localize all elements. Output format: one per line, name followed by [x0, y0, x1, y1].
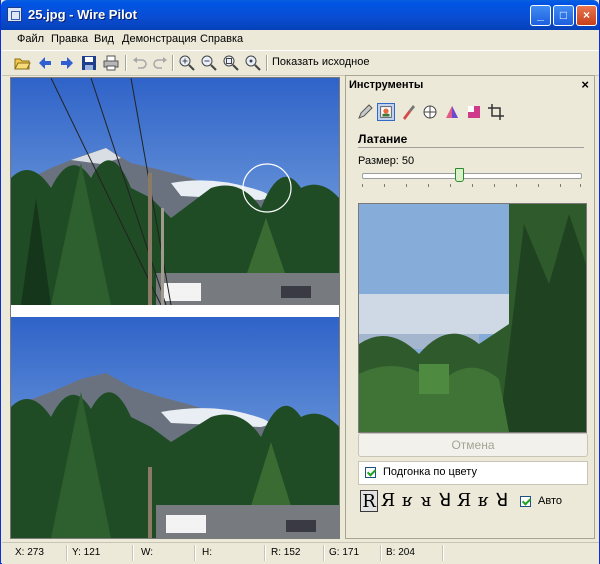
- patch-preview: [358, 203, 587, 433]
- shape-option[interactable]: ꓤ: [493, 490, 511, 512]
- status-separator: [323, 545, 325, 561]
- shape-option[interactable]: R: [360, 490, 378, 512]
- zoom-out-icon[interactable]: [200, 54, 218, 72]
- edited-photo[interactable]: [11, 78, 339, 305]
- auto-checkbox[interactable]: [520, 496, 531, 507]
- status-w: W:: [141, 547, 154, 558]
- save-icon[interactable]: [80, 54, 98, 72]
- tools-panel: Инструменты × Латание Размер: 50 Отмена …: [345, 75, 595, 539]
- undo-icon[interactable]: [131, 54, 149, 72]
- status-x: X: 273: [15, 547, 44, 558]
- minimize-button[interactable]: _: [530, 5, 551, 26]
- back-icon[interactable]: [36, 54, 54, 72]
- cancel-button[interactable]: Отмена: [358, 433, 588, 457]
- menu-demo[interactable]: Демонстрация: [122, 33, 197, 45]
- section-divider: [358, 147, 584, 148]
- color-match-row: Подгонка по цвету: [358, 461, 588, 485]
- pencil-icon[interactable]: [356, 103, 374, 121]
- status-separator: [380, 545, 382, 561]
- zoom-in-icon[interactable]: [178, 54, 196, 72]
- panel-close-button[interactable]: ×: [581, 77, 589, 92]
- size-slider[interactable]: [362, 173, 582, 179]
- toolbar-separator: [125, 55, 127, 71]
- title-bar[interactable]: 25.jpg - Wire Pilot _ □ ×: [1, 0, 599, 30]
- app-icon: [7, 7, 22, 22]
- shape-option[interactable]: Я: [379, 490, 397, 512]
- forward-icon[interactable]: [58, 54, 76, 72]
- maximize-button[interactable]: □: [553, 5, 574, 26]
- status-separator: [132, 545, 134, 561]
- shape-option[interactable]: ᴚ: [417, 490, 435, 512]
- size-label: Размер: 50: [358, 155, 415, 167]
- print-icon[interactable]: [102, 54, 120, 72]
- status-separator: [66, 545, 68, 561]
- close-button[interactable]: ×: [576, 5, 597, 26]
- menu-edit[interactable]: Правка: [51, 33, 88, 45]
- status-separator: [442, 545, 444, 561]
- section-title: Латание: [358, 132, 408, 146]
- app-window: 25.jpg - Wire Pilot _ □ × Файл Правка Ви…: [0, 0, 600, 564]
- zoom-fit-icon[interactable]: [222, 54, 240, 72]
- mask-icon[interactable]: [465, 103, 483, 121]
- shape-option[interactable]: ʁ: [398, 490, 416, 512]
- redo-icon[interactable]: [151, 54, 169, 72]
- status-h: H:: [202, 547, 212, 558]
- window-title: 25.jpg - Wire Pilot: [28, 7, 137, 22]
- status-r: R: 152: [271, 547, 301, 558]
- toolbar-separator: [266, 55, 268, 71]
- color-match-checkbox[interactable]: [365, 467, 376, 478]
- toolbar-separator: [172, 55, 174, 71]
- size-slider-thumb[interactable]: [455, 168, 464, 182]
- patch-icon[interactable]: [377, 103, 395, 121]
- zoom-actual-icon[interactable]: [244, 54, 262, 72]
- menu-file[interactable]: Файл: [17, 33, 44, 45]
- menu-bar: Файл Правка Вид Демонстрация Справка: [2, 30, 599, 50]
- color-match-label: Подгонка по цвету: [383, 466, 477, 478]
- shape-option[interactable]: ʁ: [474, 490, 492, 512]
- status-separator: [264, 545, 266, 561]
- clone-icon[interactable]: [421, 103, 439, 121]
- shape-option[interactable]: Я: [455, 490, 473, 512]
- status-separator: [194, 545, 196, 561]
- auto-label: Авто: [538, 495, 562, 507]
- status-b: B: 204: [386, 547, 415, 558]
- image-divider: [11, 305, 339, 317]
- toolbar: Показать исходное: [2, 50, 599, 76]
- shape-option[interactable]: ꓤ: [436, 490, 454, 512]
- open-icon[interactable]: [13, 54, 31, 72]
- panel-title: Инструменты: [349, 79, 424, 91]
- shape-selector: R Я ʁ ᴚ ꓤ Я ʁ ꓤ Авто: [358, 490, 586, 514]
- status-y: Y: 121: [72, 547, 101, 558]
- menu-view[interactable]: Вид: [94, 33, 114, 45]
- image-viewer[interactable]: [10, 77, 340, 539]
- status-bar: X: 273 Y: 121 W: H: R: 152 G: 171 B: 204: [2, 542, 599, 564]
- crop-icon[interactable]: [487, 103, 505, 121]
- brush-icon[interactable]: [399, 103, 417, 121]
- status-g: G: 171: [329, 547, 360, 558]
- menu-help[interactable]: Справка: [200, 33, 243, 45]
- slider-ticks: [362, 184, 582, 188]
- original-photo[interactable]: [11, 317, 339, 538]
- color-icon[interactable]: [443, 103, 461, 121]
- show-original-button[interactable]: Показать исходное: [272, 56, 369, 68]
